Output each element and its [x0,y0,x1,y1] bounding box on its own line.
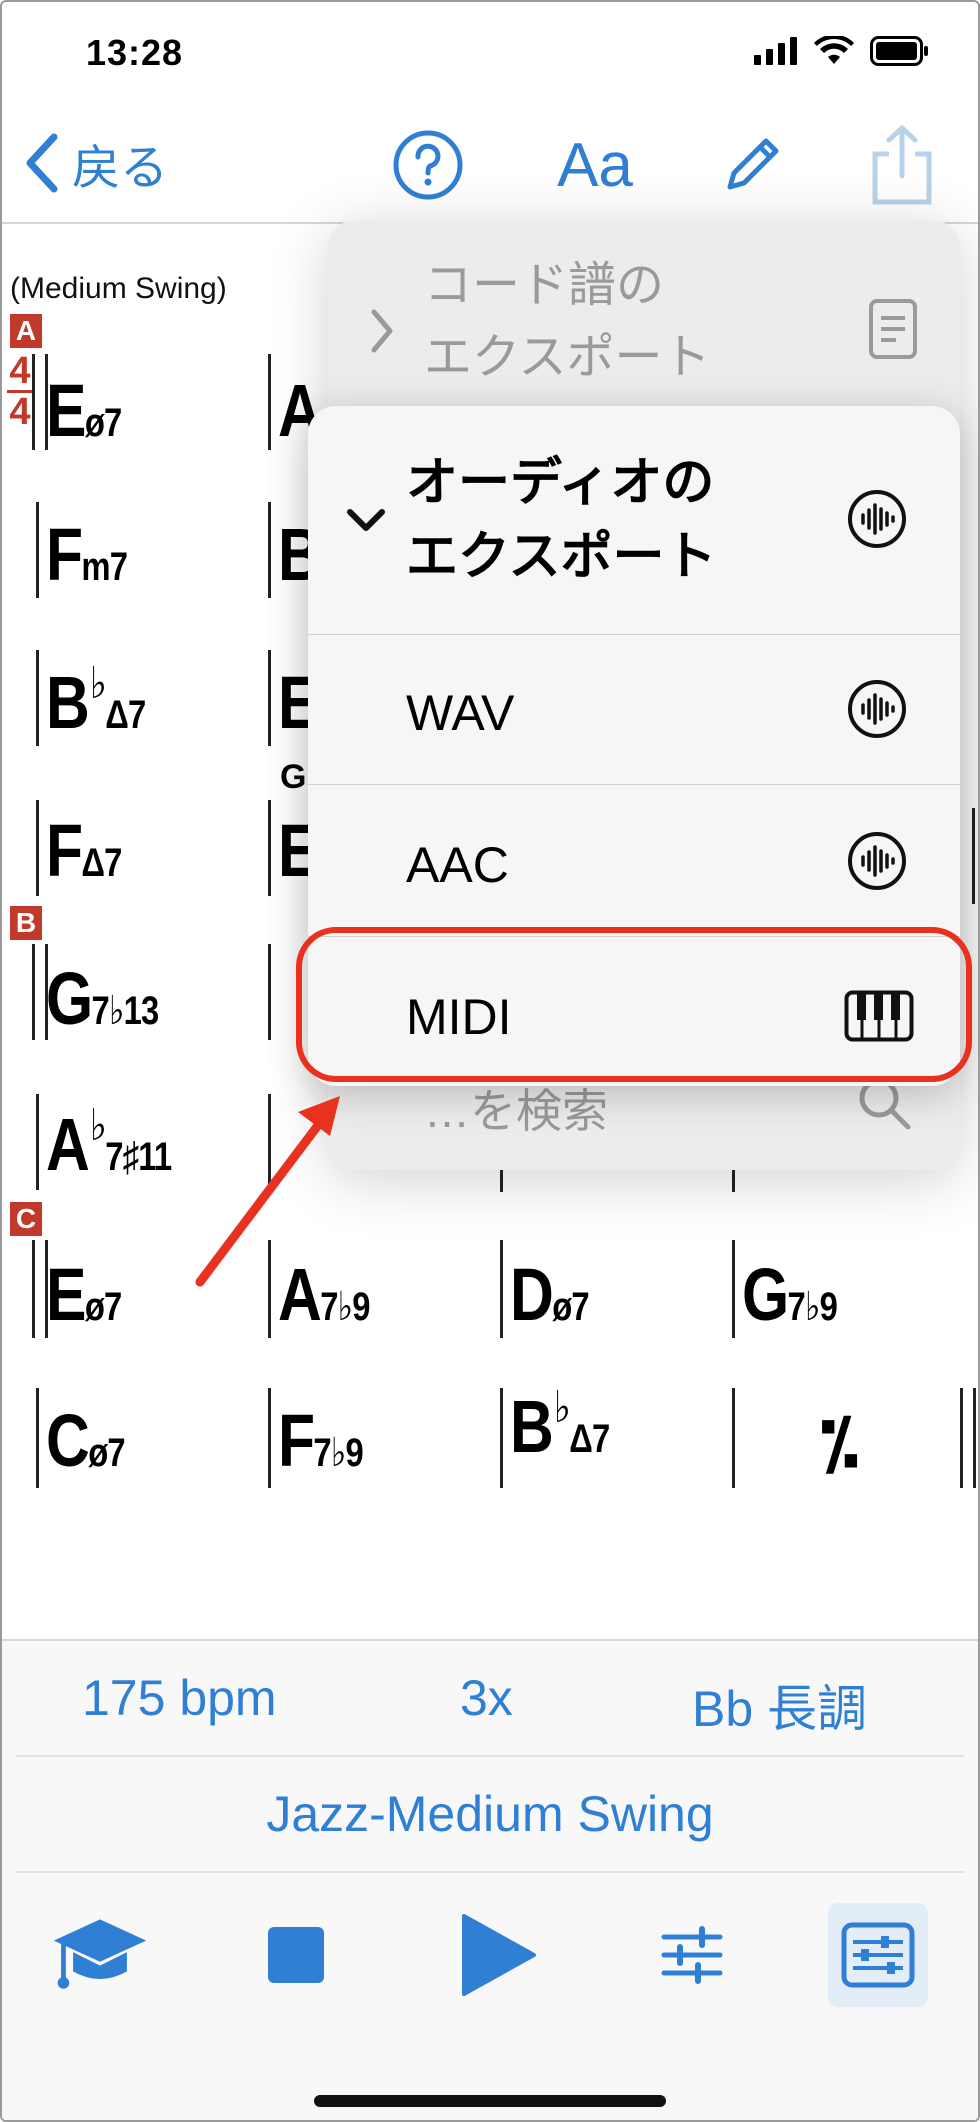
tempo-button[interactable]: 175 bpm [82,1669,277,1727]
sliders-icon [661,1926,723,1984]
practice-button[interactable] [50,1903,150,2007]
key-button[interactable]: Bb 長調 [692,1669,867,1741]
stop-button[interactable] [246,1903,346,2007]
barline [732,1388,735,1488]
chord: F7♭9 [278,1399,364,1482]
repeat-measure-symbol: ⁒ [820,1404,859,1482]
home-indicator [314,2095,666,2107]
mixer-button[interactable] [828,1903,928,2007]
playback-footer: 175 bpm 3x Bb 長調 Jazz-Medium Swing [2,1639,978,2120]
barline [500,1388,503,1488]
double-barline [960,1388,976,1488]
play-icon [462,1914,536,1996]
app-window: 13:28 戻る Aa (Medium Swing) A 4 4 Eø7 A F… [0,0,980,2122]
play-button[interactable] [448,1903,548,2007]
mixer-icon [841,1922,915,1988]
barline [36,1388,39,1488]
style-selector[interactable]: Jazz-Medium Swing [16,1785,964,1843]
graduation-cap-icon [53,1919,147,1989]
settings-sliders-button[interactable] [642,1903,742,2007]
chord: Cø7 [46,1399,126,1482]
barline [268,1388,271,1488]
arrow-annotation [195,1096,340,1287]
stop-icon [268,1927,324,1983]
repeat-count-button[interactable]: 3x [460,1669,513,1727]
